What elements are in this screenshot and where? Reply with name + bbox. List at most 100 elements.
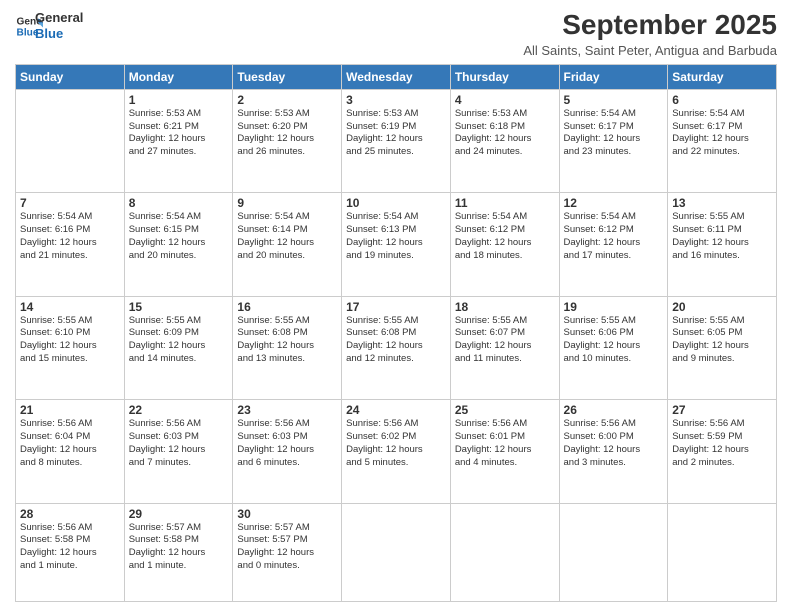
table-row: 7Sunrise: 5:54 AM Sunset: 6:16 PM Daylig… xyxy=(16,193,125,296)
day-info: Sunrise: 5:56 AM Sunset: 6:04 PM Dayligh… xyxy=(20,418,120,469)
day-number: 20 xyxy=(672,300,772,314)
table-row: 16Sunrise: 5:55 AM Sunset: 6:08 PM Dayli… xyxy=(233,296,342,399)
day-number: 25 xyxy=(455,403,555,417)
day-info: Sunrise: 5:53 AM Sunset: 6:19 PM Dayligh… xyxy=(346,108,446,159)
table-row: 12Sunrise: 5:54 AM Sunset: 6:12 PM Dayli… xyxy=(559,193,668,296)
logo: General Blue General Blue xyxy=(15,10,83,41)
table-row: 14Sunrise: 5:55 AM Sunset: 6:10 PM Dayli… xyxy=(16,296,125,399)
table-row: 8Sunrise: 5:54 AM Sunset: 6:15 PM Daylig… xyxy=(124,193,233,296)
day-info: Sunrise: 5:56 AM Sunset: 5:59 PM Dayligh… xyxy=(672,418,772,469)
day-info: Sunrise: 5:55 AM Sunset: 6:08 PM Dayligh… xyxy=(237,315,337,366)
table-row xyxy=(668,503,777,601)
logo-line2: Blue xyxy=(35,26,83,42)
table-row: 22Sunrise: 5:56 AM Sunset: 6:03 PM Dayli… xyxy=(124,400,233,503)
day-info: Sunrise: 5:57 AM Sunset: 5:57 PM Dayligh… xyxy=(237,522,337,573)
day-info: Sunrise: 5:55 AM Sunset: 6:06 PM Dayligh… xyxy=(564,315,664,366)
table-row: 19Sunrise: 5:55 AM Sunset: 6:06 PM Dayli… xyxy=(559,296,668,399)
day-number: 10 xyxy=(346,196,446,210)
col-wednesday: Wednesday xyxy=(342,64,451,89)
day-info: Sunrise: 5:56 AM Sunset: 6:02 PM Dayligh… xyxy=(346,418,446,469)
table-row: 29Sunrise: 5:57 AM Sunset: 5:58 PM Dayli… xyxy=(124,503,233,601)
day-number: 15 xyxy=(129,300,229,314)
day-number: 12 xyxy=(564,196,664,210)
day-number: 19 xyxy=(564,300,664,314)
table-row: 26Sunrise: 5:56 AM Sunset: 6:00 PM Dayli… xyxy=(559,400,668,503)
day-number: 28 xyxy=(20,507,120,521)
day-number: 13 xyxy=(672,196,772,210)
table-row xyxy=(559,503,668,601)
day-number: 6 xyxy=(672,93,772,107)
table-row: 23Sunrise: 5:56 AM Sunset: 6:03 PM Dayli… xyxy=(233,400,342,503)
day-number: 18 xyxy=(455,300,555,314)
day-info: Sunrise: 5:55 AM Sunset: 6:08 PM Dayligh… xyxy=(346,315,446,366)
day-info: Sunrise: 5:55 AM Sunset: 6:05 PM Dayligh… xyxy=(672,315,772,366)
day-info: Sunrise: 5:53 AM Sunset: 6:18 PM Dayligh… xyxy=(455,108,555,159)
day-info: Sunrise: 5:56 AM Sunset: 6:00 PM Dayligh… xyxy=(564,418,664,469)
title-block: September 2025 All Saints, Saint Peter, … xyxy=(523,10,777,58)
col-tuesday: Tuesday xyxy=(233,64,342,89)
day-info: Sunrise: 5:56 AM Sunset: 6:01 PM Dayligh… xyxy=(455,418,555,469)
day-info: Sunrise: 5:53 AM Sunset: 6:20 PM Dayligh… xyxy=(237,108,337,159)
table-row: 30Sunrise: 5:57 AM Sunset: 5:57 PM Dayli… xyxy=(233,503,342,601)
table-row: 25Sunrise: 5:56 AM Sunset: 6:01 PM Dayli… xyxy=(450,400,559,503)
table-row: 3Sunrise: 5:53 AM Sunset: 6:19 PM Daylig… xyxy=(342,89,451,192)
day-info: Sunrise: 5:54 AM Sunset: 6:15 PM Dayligh… xyxy=(129,211,229,262)
day-info: Sunrise: 5:54 AM Sunset: 6:14 PM Dayligh… xyxy=(237,211,337,262)
table-row xyxy=(450,503,559,601)
table-row xyxy=(342,503,451,601)
day-info: Sunrise: 5:55 AM Sunset: 6:09 PM Dayligh… xyxy=(129,315,229,366)
day-number: 27 xyxy=(672,403,772,417)
day-number: 4 xyxy=(455,93,555,107)
table-row: 4Sunrise: 5:53 AM Sunset: 6:18 PM Daylig… xyxy=(450,89,559,192)
logo-line1: General xyxy=(35,10,83,26)
header: General Blue General Blue September 2025… xyxy=(15,10,777,58)
table-row: 21Sunrise: 5:56 AM Sunset: 6:04 PM Dayli… xyxy=(16,400,125,503)
day-number: 7 xyxy=(20,196,120,210)
table-row: 17Sunrise: 5:55 AM Sunset: 6:08 PM Dayli… xyxy=(342,296,451,399)
table-row: 15Sunrise: 5:55 AM Sunset: 6:09 PM Dayli… xyxy=(124,296,233,399)
day-info: Sunrise: 5:53 AM Sunset: 6:21 PM Dayligh… xyxy=(129,108,229,159)
col-sunday: Sunday xyxy=(16,64,125,89)
day-info: Sunrise: 5:56 AM Sunset: 6:03 PM Dayligh… xyxy=(237,418,337,469)
day-number: 3 xyxy=(346,93,446,107)
day-info: Sunrise: 5:54 AM Sunset: 6:12 PM Dayligh… xyxy=(455,211,555,262)
col-friday: Friday xyxy=(559,64,668,89)
day-info: Sunrise: 5:55 AM Sunset: 6:07 PM Dayligh… xyxy=(455,315,555,366)
header-row: Sunday Monday Tuesday Wednesday Thursday… xyxy=(16,64,777,89)
table-row xyxy=(16,89,125,192)
page: General Blue General Blue September 2025… xyxy=(0,0,792,612)
day-info: Sunrise: 5:54 AM Sunset: 6:16 PM Dayligh… xyxy=(20,211,120,262)
col-saturday: Saturday xyxy=(668,64,777,89)
table-row: 6Sunrise: 5:54 AM Sunset: 6:17 PM Daylig… xyxy=(668,89,777,192)
col-thursday: Thursday xyxy=(450,64,559,89)
table-row: 13Sunrise: 5:55 AM Sunset: 6:11 PM Dayli… xyxy=(668,193,777,296)
col-monday: Monday xyxy=(124,64,233,89)
day-number: 21 xyxy=(20,403,120,417)
day-number: 2 xyxy=(237,93,337,107)
day-number: 9 xyxy=(237,196,337,210)
day-number: 5 xyxy=(564,93,664,107)
table-row: 18Sunrise: 5:55 AM Sunset: 6:07 PM Dayli… xyxy=(450,296,559,399)
day-info: Sunrise: 5:55 AM Sunset: 6:10 PM Dayligh… xyxy=(20,315,120,366)
day-info: Sunrise: 5:57 AM Sunset: 5:58 PM Dayligh… xyxy=(129,522,229,573)
day-info: Sunrise: 5:54 AM Sunset: 6:17 PM Dayligh… xyxy=(672,108,772,159)
day-info: Sunrise: 5:56 AM Sunset: 6:03 PM Dayligh… xyxy=(129,418,229,469)
table-row: 11Sunrise: 5:54 AM Sunset: 6:12 PM Dayli… xyxy=(450,193,559,296)
table-row: 10Sunrise: 5:54 AM Sunset: 6:13 PM Dayli… xyxy=(342,193,451,296)
table-row: 24Sunrise: 5:56 AM Sunset: 6:02 PM Dayli… xyxy=(342,400,451,503)
day-info: Sunrise: 5:56 AM Sunset: 5:58 PM Dayligh… xyxy=(20,522,120,573)
table-row: 2Sunrise: 5:53 AM Sunset: 6:20 PM Daylig… xyxy=(233,89,342,192)
day-info: Sunrise: 5:55 AM Sunset: 6:11 PM Dayligh… xyxy=(672,211,772,262)
day-number: 8 xyxy=(129,196,229,210)
table-row: 27Sunrise: 5:56 AM Sunset: 5:59 PM Dayli… xyxy=(668,400,777,503)
location-subtitle: All Saints, Saint Peter, Antigua and Bar… xyxy=(523,43,777,58)
day-info: Sunrise: 5:54 AM Sunset: 6:12 PM Dayligh… xyxy=(564,211,664,262)
day-number: 17 xyxy=(346,300,446,314)
day-number: 11 xyxy=(455,196,555,210)
day-number: 1 xyxy=(129,93,229,107)
table-row: 28Sunrise: 5:56 AM Sunset: 5:58 PM Dayli… xyxy=(16,503,125,601)
day-number: 30 xyxy=(237,507,337,521)
day-info: Sunrise: 5:54 AM Sunset: 6:17 PM Dayligh… xyxy=(564,108,664,159)
day-number: 23 xyxy=(237,403,337,417)
day-number: 16 xyxy=(237,300,337,314)
